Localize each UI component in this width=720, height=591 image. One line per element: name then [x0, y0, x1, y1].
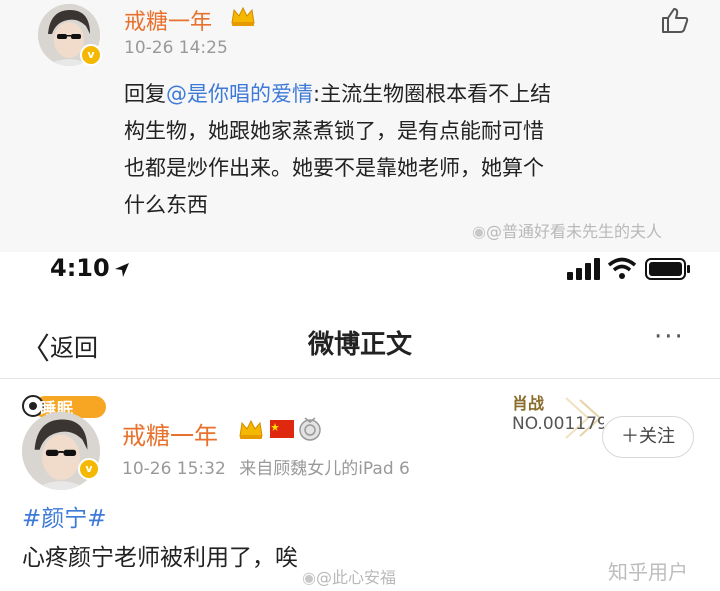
- medal-number: NO.001179: [512, 414, 604, 434]
- comment-body: 回复@是你唱的爱情:主流生物圈根本看不上结 构生物，她跟她家蒸煮锁了，是有点能耐…: [124, 76, 669, 224]
- vip-crown-icon: [230, 5, 256, 31]
- nav-title: 微博正文: [307, 330, 412, 360]
- mention-link[interactable]: @是你唱的爱情: [166, 82, 313, 106]
- status-time: 4:10: [50, 254, 110, 282]
- post-source[interactable]: 来自顾魏女儿的iPad 6: [239, 459, 410, 479]
- weibo-logo-icon: ◉: [302, 568, 316, 587]
- fan-medal-card[interactable]: 肖战 NO.001179: [496, 390, 606, 446]
- reply-prefix: 回复: [124, 82, 166, 106]
- comment-line-3: 也都是炒作出来。她要不是靠她老师，她算个: [124, 156, 544, 180]
- back-button[interactable]: 〈返回: [20, 324, 98, 368]
- post-text: 心疼颜宁老师被利用了，唉: [22, 545, 298, 571]
- follow-button[interactable]: ＋关注: [602, 416, 694, 458]
- comment-line-2: 构生物，她跟她家蒸煮锁了，是有点能耐可惜: [124, 119, 544, 143]
- weibo-watermark-top: ◉@普通好看未先生的夫人: [472, 222, 662, 241]
- location-arrow-icon: [114, 262, 130, 282]
- verified-badge-icon: v: [80, 44, 102, 66]
- weibo-logo-icon: ◉: [472, 222, 486, 241]
- vip-crown-icon: [238, 418, 264, 444]
- topic-hashtag[interactable]: #颜宁#: [22, 499, 107, 533]
- comment-username[interactable]: 戒糖一年: [124, 4, 212, 36]
- more-button[interactable]: ···: [654, 322, 685, 352]
- battery-icon: [645, 258, 691, 284]
- post-username[interactable]: 戒糖一年: [122, 416, 218, 451]
- comment-line-4: 什么东西: [124, 193, 208, 217]
- comment-timestamp: 10-26 14:25: [124, 38, 228, 58]
- back-chevron-icon: 〈: [20, 332, 50, 367]
- post-meta: 10-26 15:32 来自顾魏女儿的iPad 6: [122, 454, 410, 479]
- weibo-watermark-bottom: ◉@此心安福: [302, 568, 396, 587]
- nav-divider: [0, 378, 720, 379]
- verified-badge-icon: v: [78, 458, 100, 480]
- comment-line-1: :主流生物圈根本看不上结: [313, 82, 552, 106]
- zhihu-watermark: 知乎用户: [608, 560, 688, 584]
- signal-icon: [567, 258, 601, 284]
- medal-icon: [298, 416, 322, 446]
- post-timestamp: 10-26 15:32: [122, 459, 226, 479]
- medal-title: 肖战: [512, 394, 545, 413]
- wifi-icon: [607, 257, 637, 285]
- like-icon[interactable]: [660, 6, 690, 34]
- flag-icon: [270, 420, 294, 442]
